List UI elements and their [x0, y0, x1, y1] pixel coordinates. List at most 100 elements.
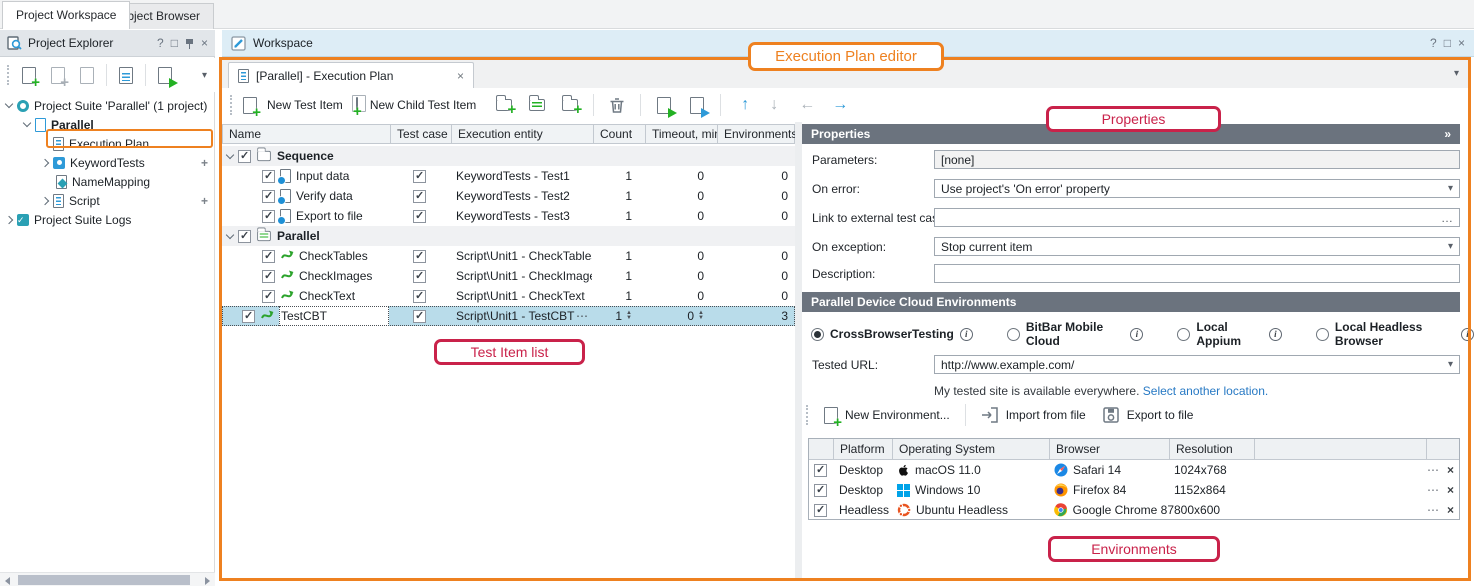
new-test-item-button[interactable]: New Test Item [243, 92, 343, 118]
group-row-parallel[interactable]: Parallel [222, 226, 795, 246]
environment-checkbox[interactable] [814, 484, 827, 497]
count-spinner[interactable]: ▲▼ [626, 311, 632, 321]
test-case-checkbox[interactable] [413, 310, 426, 323]
tree-item-project-suite-logs[interactable]: ✓ Project Suite Logs [0, 210, 215, 229]
help-button[interactable]: ? [1430, 36, 1437, 50]
column-header-timeout[interactable]: Timeout, min [645, 125, 717, 143]
toolbar-grip[interactable] [806, 405, 809, 425]
add-keyword-test-button[interactable]: + [201, 156, 208, 170]
environment-checkbox[interactable] [814, 464, 827, 477]
timeout-spinner[interactable]: ▲▼ [698, 311, 704, 321]
radio-bitbar-mobile-cloud[interactable]: BitBar Mobile Cloudi [1007, 320, 1144, 348]
radio-icon[interactable] [1007, 328, 1020, 341]
chevron-collapsed-icon[interactable] [5, 215, 13, 223]
row-remove-button[interactable]: × [1447, 503, 1454, 517]
test-item-row-checkimages[interactable]: CheckImages Script\Unit1 - CheckImages 1… [222, 266, 795, 286]
column-header-browser[interactable]: Browser [1049, 439, 1169, 459]
tree-item-keyword-tests[interactable]: KeywordTests + [0, 153, 215, 172]
row-checkbox[interactable] [262, 290, 275, 303]
horizontal-scrollbar[interactable] [0, 572, 215, 586]
group-row-sequence[interactable]: Sequence [222, 146, 795, 166]
test-item-row-verify-data[interactable]: Verify data KeywordTests - Test2 1 0 0 [222, 186, 795, 206]
chevron-expanded-icon[interactable] [5, 100, 13, 108]
import-from-file-button[interactable]: Import from file [977, 404, 1090, 426]
add-project-button[interactable] [16, 62, 42, 88]
test-item-row-input-data[interactable]: Input data KeywordTests - Test1 1 0 0 [222, 166, 795, 186]
row-checkbox[interactable] [238, 230, 251, 243]
move-down-icon[interactable]: ↓ [770, 97, 778, 113]
info-icon[interactable]: i [960, 328, 973, 341]
tree-item-project-suite[interactable]: Project Suite 'Parallel' (1 project) [0, 96, 215, 115]
environment-checkbox[interactable] [814, 504, 827, 517]
column-header-execution-entity[interactable]: Execution entity [451, 125, 593, 143]
edit-execution-plan-button[interactable] [113, 62, 139, 88]
item-name-cell-editing[interactable]: TestCBT [279, 306, 389, 326]
tree-item-project-parallel[interactable]: Parallel [0, 115, 215, 134]
select-location-link[interactable]: Select another location. [1143, 384, 1268, 398]
chevron-expanded-icon[interactable] [226, 150, 234, 158]
dropdown-caret-icon[interactable]: ▾ [1448, 241, 1453, 252]
toolbar-grip[interactable] [230, 95, 233, 115]
environment-row-chrome[interactable]: Headless Ubuntu Headless Google Chrome 8… [809, 500, 1459, 520]
new-group-button[interactable] [491, 92, 517, 118]
toolbar-overflow-caret-icon[interactable]: ▾ [202, 70, 207, 81]
maximize-button[interactable]: □ [171, 36, 178, 50]
tree-item-execution-plan[interactable]: Execution Plan [0, 134, 215, 153]
test-item-row-testcbt-selected[interactable]: TestCBT Script\Unit1 - TestCBT⋯ 1▲▼ 0▲▼ … [222, 306, 795, 326]
info-icon[interactable]: i [1461, 328, 1474, 341]
scrollbar-thumb[interactable] [18, 575, 190, 585]
column-header-test-case[interactable]: Test case [390, 125, 451, 143]
dropdown-caret-icon[interactable]: ▾ [1448, 183, 1453, 194]
row-checkbox[interactable] [238, 150, 251, 163]
column-header-count[interactable]: Count [593, 125, 645, 143]
new-child-test-item-button[interactable]: New Child Test Item [356, 92, 476, 118]
row-remove-button[interactable]: × [1447, 483, 1454, 497]
row-remove-button[interactable]: × [1447, 463, 1454, 477]
toolbar-grip[interactable] [7, 65, 10, 85]
row-more-button[interactable]: ⋯ [1427, 503, 1439, 517]
radio-local-appium[interactable]: Local Appiumi [1177, 320, 1282, 348]
add-new-item-button[interactable] [45, 62, 71, 88]
radio-crossbrowsertesting[interactable]: CrossBrowserTestingi [811, 327, 973, 341]
row-more-button[interactable]: ⋯ [1427, 483, 1439, 497]
move-left-icon[interactable]: ← [799, 97, 815, 113]
row-checkbox[interactable] [262, 190, 275, 203]
close-panel-button[interactable]: × [1458, 36, 1465, 50]
scroll-left-icon[interactable] [5, 577, 10, 585]
test-case-checkbox[interactable] [413, 210, 426, 223]
row-checkbox[interactable] [262, 170, 275, 183]
move-right-icon[interactable]: → [832, 97, 848, 113]
help-button[interactable]: ? [157, 36, 164, 50]
chevron-collapsed-icon[interactable] [41, 158, 49, 166]
test-case-checkbox[interactable] [413, 290, 426, 303]
chevron-expanded-icon[interactable] [226, 230, 234, 238]
column-header-platform[interactable]: Platform [833, 439, 892, 459]
on-error-dropdown[interactable]: Use project's 'On error' property▾ [934, 179, 1460, 198]
test-case-checkbox[interactable] [413, 190, 426, 203]
close-tab-button[interactable]: × [457, 69, 464, 83]
link-to-external-test-case-field[interactable]: … [934, 208, 1460, 227]
column-header-operating-system[interactable]: Operating System [892, 439, 1049, 459]
new-sequential-group-button[interactable] [524, 92, 550, 118]
info-icon[interactable]: i [1269, 328, 1282, 341]
environment-row-safari[interactable]: Desktop macOS 11.0 Safari 14 1024x768 ⋯× [809, 460, 1459, 480]
run-focused-button[interactable] [684, 92, 710, 118]
tab-project-workspace[interactable]: Project Workspace [2, 1, 130, 29]
radio-icon[interactable] [1177, 328, 1190, 341]
parameters-field[interactable]: [none] [934, 150, 1460, 169]
test-case-checkbox[interactable] [413, 250, 426, 263]
radio-icon[interactable] [1316, 328, 1329, 341]
tree-item-name-mapping[interactable]: NameMapping [0, 172, 215, 191]
column-header-name[interactable]: Name [223, 125, 390, 143]
add-script-button[interactable]: + [201, 194, 208, 208]
row-checkbox[interactable] [262, 210, 275, 223]
column-header-environments[interactable]: Environments [717, 125, 796, 143]
maximize-button[interactable]: □ [1444, 36, 1451, 50]
info-icon[interactable]: i [1130, 328, 1143, 341]
panel-splitter[interactable] [795, 122, 802, 578]
on-exception-dropdown[interactable]: Stop current item▾ [934, 237, 1460, 256]
tab-execution-plan-editor[interactable]: [Parallel] - Execution Plan × [228, 62, 474, 88]
tab-list-caret-icon[interactable]: ▾ [1454, 68, 1459, 79]
collapse-panel-button[interactable]: » [1444, 127, 1451, 141]
dropdown-caret-icon[interactable]: ▾ [1448, 359, 1453, 370]
